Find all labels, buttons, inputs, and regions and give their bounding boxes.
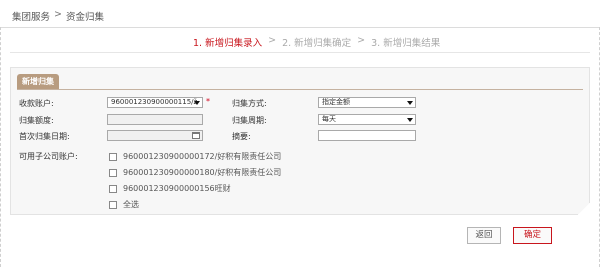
chevron-down-icon bbox=[407, 118, 413, 122]
breadcrumb-fund-collection: 资金归集 bbox=[65, 12, 104, 23]
collect-amount-input[interactable] bbox=[107, 114, 203, 125]
step-arrow: > bbox=[357, 35, 366, 46]
collect-mode-select[interactable]: 指定金额 bbox=[318, 97, 416, 108]
sub-account-label: 960001230900000180/好积有限责任公司 bbox=[123, 168, 282, 177]
select-all-item[interactable]: 全选 bbox=[109, 199, 139, 210]
panel-title-tab: 新增归集 bbox=[17, 74, 59, 89]
collect-period-value: 每天 bbox=[322, 115, 336, 123]
back-button[interactable]: 返回 bbox=[467, 227, 501, 244]
receive-account-value: 960001230900000115/ž bbox=[111, 98, 198, 106]
breadcrumb-group-service[interactable]: 集团服务 bbox=[12, 9, 50, 23]
progress-steps: 1. 新增归集录入 > 2. 新增归集确定 > 3. 新增归集结果 bbox=[193, 35, 440, 49]
receive-account-label: 收款账户: bbox=[19, 99, 54, 108]
breadcrumb: 集团服务 > 资金归集 bbox=[12, 9, 104, 23]
chevron-down-icon bbox=[194, 101, 200, 105]
confirm-button[interactable]: 确定 bbox=[513, 227, 552, 244]
sub-account-label: 960001230900000156旺财 bbox=[123, 184, 231, 193]
collect-amount-label: 归集额度: bbox=[19, 116, 54, 125]
summary-label: 摘要: bbox=[232, 132, 251, 141]
first-date-input[interactable] bbox=[107, 130, 203, 141]
required-asterisk: * bbox=[206, 97, 210, 106]
checkbox[interactable] bbox=[109, 184, 117, 193]
receive-account-select[interactable]: 960001230900000115/ž bbox=[107, 97, 203, 108]
sub-accounts-label: 可用子公司账户: bbox=[19, 152, 78, 161]
step-2: 2. 新增归集确定 bbox=[282, 38, 352, 49]
select-all-checkbox[interactable] bbox=[109, 200, 117, 209]
checkbox[interactable] bbox=[109, 168, 117, 177]
sub-account-label: 960001230900000172/好积有限责任公司 bbox=[123, 152, 282, 161]
form-panel: 新增归集 收款账户: 960001230900000115/ž * 归集方式: … bbox=[10, 67, 590, 215]
collect-mode-value: 指定金额 bbox=[322, 98, 350, 106]
step-3: 3. 新增归集结果 bbox=[371, 38, 441, 49]
panel-title-underline bbox=[17, 89, 583, 90]
header-divider bbox=[0, 27, 600, 28]
chevron-down-icon bbox=[407, 101, 413, 105]
sub-account-item[interactable]: 960001230900000156旺财 bbox=[109, 183, 231, 194]
breadcrumb-separator: > bbox=[54, 9, 62, 20]
calendar-icon[interactable] bbox=[192, 132, 200, 139]
sub-account-item[interactable]: 960001230900000172/好积有限责任公司 bbox=[109, 151, 281, 162]
sub-account-item[interactable]: 960001230900000180/好积有限责任公司 bbox=[109, 167, 281, 178]
select-all-label: 全选 bbox=[123, 200, 139, 209]
collect-period-select[interactable]: 每天 bbox=[318, 114, 416, 125]
steps-divider bbox=[10, 52, 590, 53]
checkbox[interactable] bbox=[109, 152, 117, 161]
collect-period-label: 归集周期: bbox=[232, 116, 267, 125]
panel-corner-fold bbox=[578, 203, 590, 215]
step-1-active: 1. 新增归集录入 bbox=[193, 38, 263, 49]
first-date-label: 首次归集日期: bbox=[19, 132, 70, 141]
collect-mode-label: 归集方式: bbox=[232, 99, 267, 108]
step-arrow: > bbox=[268, 35, 277, 46]
summary-input[interactable] bbox=[318, 130, 416, 141]
frame-left-border bbox=[0, 27, 1, 267]
